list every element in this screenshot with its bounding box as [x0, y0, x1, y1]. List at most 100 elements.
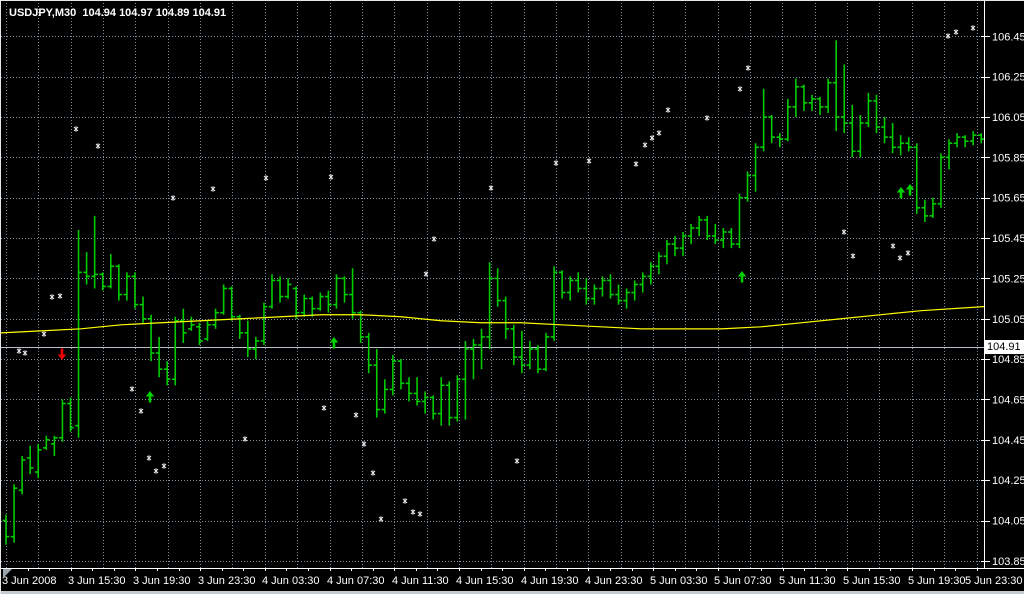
ohlc-bar[interactable]: [446, 381, 453, 426]
ohlc-bar[interactable]: [389, 355, 397, 396]
ohlc-bar[interactable]: [212, 308, 219, 329]
ohlc-bar[interactable]: [623, 288, 630, 309]
ohlc-bar[interactable]: [744, 171, 751, 202]
ohlc-bar[interactable]: [977, 133, 985, 144]
ohlc-bar[interactable]: [703, 215, 711, 241]
ohlc-bar[interactable]: [180, 308, 187, 343]
ohlc-bar[interactable]: [800, 84, 808, 111]
ohlc-bar[interactable]: [478, 328, 485, 370]
ohlc-bar[interactable]: [26, 445, 34, 475]
ohlc-bar[interactable]: [131, 272, 139, 309]
chart-shift-marker[interactable]: [3, 569, 12, 578]
ohlc-bar[interactable]: [768, 114, 775, 144]
ohlc-bar[interactable]: [824, 78, 832, 113]
ohlc-bar[interactable]: [881, 117, 888, 144]
ohlc-bar[interactable]: [228, 286, 235, 321]
ohlc-bar[interactable]: [115, 264, 123, 301]
ohlc-bar[interactable]: [502, 296, 510, 339]
ohlc-bar[interactable]: [34, 443, 42, 479]
ohlc-bar[interactable]: [437, 377, 445, 426]
ohlc-bar[interactable]: [929, 197, 937, 218]
ohlc-bar[interactable]: [405, 377, 413, 402]
ohlc-bar[interactable]: [840, 64, 848, 134]
ohlc-bar[interactable]: [945, 139, 953, 170]
ohlc-bar[interactable]: [615, 284, 622, 305]
ohlc-bar[interactable]: [333, 274, 340, 309]
ohlc-bar[interactable]: [196, 322, 203, 345]
ohlc-bar[interactable]: [284, 278, 292, 299]
ohlc-bar[interactable]: [349, 268, 356, 319]
ohlc-bar[interactable]: [905, 137, 913, 152]
ohlc-bar[interactable]: [865, 92, 872, 128]
ohlc-bar[interactable]: [816, 96, 824, 115]
ohlc-bar[interactable]: [687, 223, 695, 245]
ohlc-bar[interactable]: [792, 78, 800, 117]
ohlc-bar[interactable]: [75, 229, 82, 438]
ohlc-bar[interactable]: [99, 272, 107, 291]
ohlc-bar[interactable]: [10, 484, 18, 543]
ohlc-bar[interactable]: [857, 114, 864, 158]
ohlc-bar[interactable]: [300, 294, 308, 317]
ohlc-bar[interactable]: [599, 276, 606, 297]
ohlc-bar[interactable]: [204, 320, 211, 341]
ohlc-bar[interactable]: [953, 133, 961, 148]
ohlc-bar[interactable]: [123, 272, 131, 301]
ohlc-bar[interactable]: [59, 399, 66, 442]
ohlc-bar[interactable]: [341, 276, 348, 303]
ohlc-bar[interactable]: [832, 40, 840, 132]
ohlc-bar[interactable]: [107, 254, 115, 289]
ohlc-bar[interactable]: [921, 199, 929, 222]
ohlc-bar[interactable]: [268, 274, 276, 309]
ohlc-bar[interactable]: [18, 455, 26, 495]
ohlc-bar[interactable]: [752, 143, 759, 192]
ohlc-bar[interactable]: [220, 284, 227, 315]
ohlc-bar[interactable]: [139, 296, 147, 323]
ohlc-bar[interactable]: [365, 332, 372, 374]
ohlc-bar[interactable]: [83, 252, 90, 285]
ohlc-bar[interactable]: [542, 332, 550, 372]
ohlc-bar[interactable]: [252, 336, 260, 360]
ohlc-bar[interactable]: [91, 215, 98, 289]
ohlc-bar[interactable]: [2, 514, 10, 545]
ohlc-bar[interactable]: [711, 223, 719, 245]
ohlc-bar[interactable]: [43, 435, 50, 450]
ohlc-bar[interactable]: [873, 94, 880, 134]
ohlc-bar[interactable]: [292, 286, 300, 319]
ohlc-bar[interactable]: [526, 340, 534, 370]
ohlc-bar[interactable]: [462, 340, 469, 420]
buy-signal-arrow-icon[interactable]: [329, 337, 339, 349]
ohlc-bar[interactable]: [163, 361, 171, 386]
buy-signal-arrow-icon[interactable]: [896, 187, 906, 199]
ohlc-bar[interactable]: [607, 274, 614, 299]
ohlc-bar[interactable]: [760, 88, 767, 152]
ohlc-bar[interactable]: [663, 240, 671, 265]
ohlc-bar[interactable]: [937, 153, 945, 208]
ohlc-bar[interactable]: [67, 397, 74, 432]
ohlc-bar[interactable]: [671, 236, 679, 257]
ohlc-bar[interactable]: [494, 268, 501, 307]
ohlc-bar[interactable]: [639, 272, 647, 293]
ohlc-bar[interactable]: [655, 252, 663, 275]
ohlc-bar[interactable]: [51, 435, 58, 456]
ohlc-bar[interactable]: [317, 292, 324, 311]
ohlc-bar[interactable]: [486, 262, 493, 350]
ohlc-bar[interactable]: [913, 143, 921, 214]
ohlc-bar[interactable]: [961, 135, 969, 148]
ohlc-bar[interactable]: [631, 280, 638, 301]
ohlc-bar[interactable]: [695, 215, 703, 237]
ohlc-bar[interactable]: [558, 270, 566, 299]
ohlc-bar[interactable]: [784, 98, 792, 142]
sell-signal-arrow-icon[interactable]: [57, 348, 67, 361]
ohlc-bar[interactable]: [413, 377, 421, 406]
ohlc-bar[interactable]: [188, 316, 195, 331]
ohlc-bar[interactable]: [381, 379, 389, 414]
buy-signal-arrow-icon[interactable]: [145, 391, 155, 403]
buy-signal-arrow-icon[interactable]: [737, 271, 747, 283]
ohlc-bar[interactable]: [849, 104, 856, 158]
ohlc-bar[interactable]: [155, 336, 163, 378]
ohlc-bar[interactable]: [276, 276, 284, 303]
ohlc-bar[interactable]: [244, 320, 252, 358]
ohlc-bar[interactable]: [147, 314, 155, 362]
ohlc-bar[interactable]: [574, 272, 582, 293]
ohlc-bar[interactable]: [897, 135, 904, 156]
